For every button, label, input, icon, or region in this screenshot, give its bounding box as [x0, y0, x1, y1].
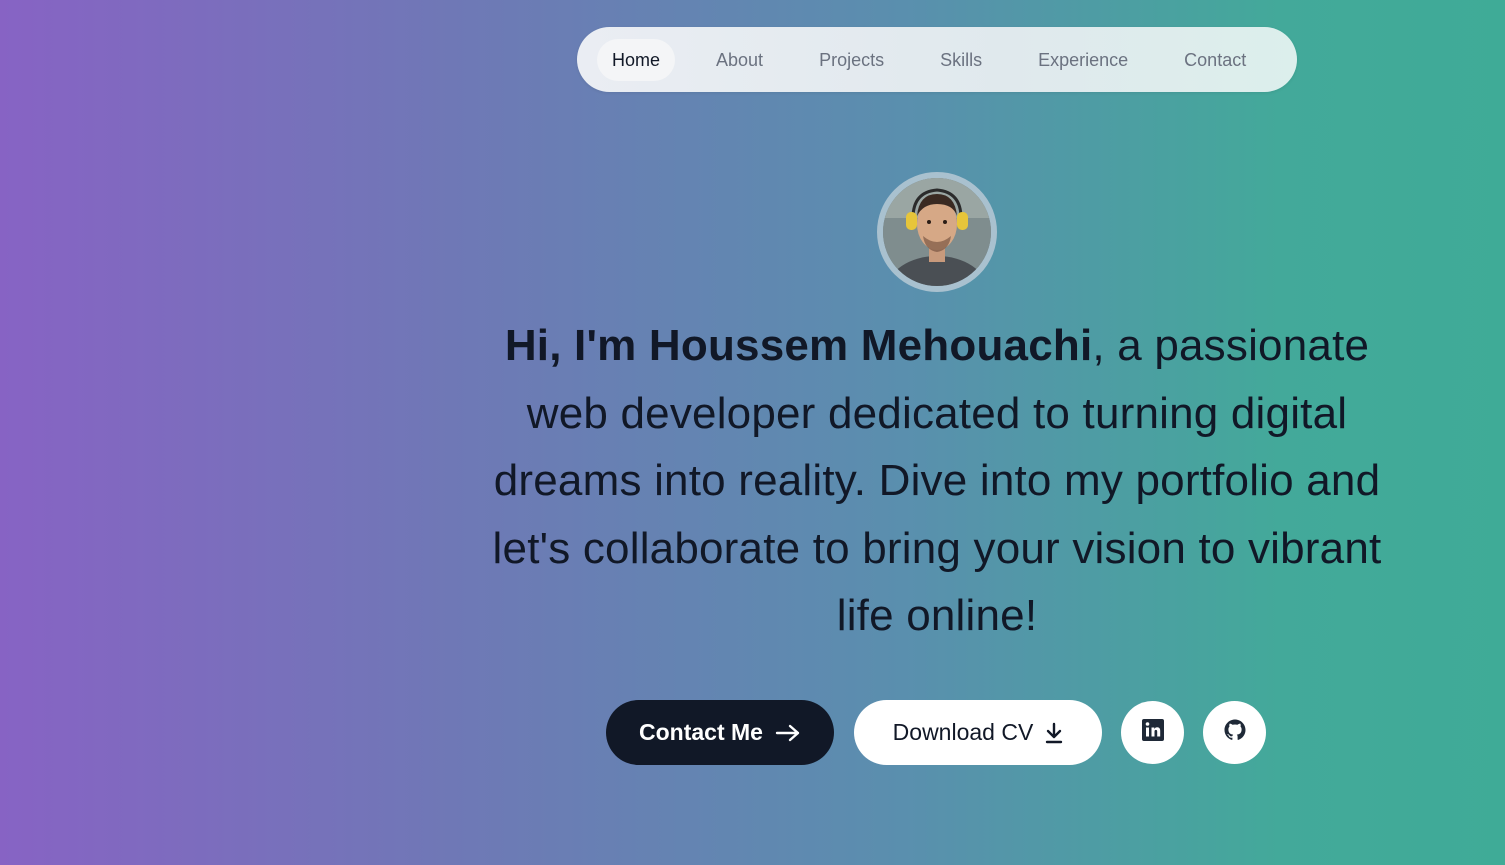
- download-icon: [1045, 722, 1063, 744]
- linkedin-icon: [1141, 719, 1164, 746]
- hero-greeting: Hi, I'm Houssem Mehouachi: [504, 321, 1093, 370]
- linkedin-button[interactable]: [1121, 701, 1184, 764]
- nav-item-about[interactable]: About: [701, 39, 778, 81]
- contact-me-button[interactable]: Contact Me: [606, 700, 834, 765]
- top-nav: Home About Projects Skills Experience Co…: [577, 27, 1297, 92]
- nav-item-projects[interactable]: Projects: [804, 39, 899, 81]
- hero-intro: Hi, I'm Houssem Mehouachi, a passionate …: [470, 312, 1404, 650]
- nav-item-contact[interactable]: Contact: [1169, 39, 1261, 81]
- profile-avatar: [877, 172, 997, 292]
- download-cv-label: Download CV: [892, 719, 1034, 745]
- profile-photo: [883, 178, 991, 286]
- contact-me-label: Contact Me: [639, 719, 763, 745]
- github-icon: [1223, 718, 1247, 747]
- arrow-right-icon: [775, 723, 801, 743]
- nav-item-home[interactable]: Home: [597, 38, 676, 81]
- github-button[interactable]: [1203, 701, 1266, 764]
- download-cv-button[interactable]: Download CV: [854, 700, 1102, 765]
- nav-item-experience[interactable]: Experience: [1023, 39, 1143, 81]
- nav-item-skills[interactable]: Skills: [925, 39, 997, 81]
